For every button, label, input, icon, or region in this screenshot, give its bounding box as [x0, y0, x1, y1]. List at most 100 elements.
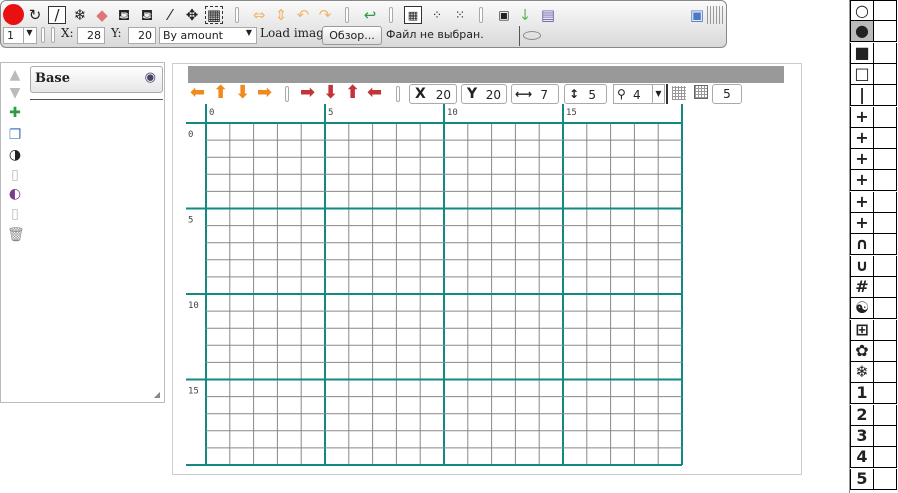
- rotate-icon[interactable]: ↻: [26, 6, 44, 24]
- palette-symbol[interactable]: +: [850, 127, 874, 149]
- browse-button[interactable]: Обзор...: [322, 26, 382, 45]
- palette-color-slot[interactable]: [873, 85, 897, 107]
- x-input[interactable]: 28: [77, 27, 105, 44]
- layer-item-base[interactable]: Base ◉: [30, 66, 163, 93]
- eye-icon[interactable]: ◉: [145, 70, 156, 85]
- y-input[interactable]: 20: [128, 27, 156, 44]
- palette-color-slot[interactable]: [873, 340, 897, 362]
- resize-grip-icon[interactable]: [707, 6, 723, 24]
- combine-layers-icon[interactable]: ◐: [7, 186, 23, 202]
- fine-grid-icon[interactable]: [672, 86, 686, 100]
- palette-symbol[interactable]: 1: [850, 383, 874, 405]
- export-icon[interactable]: ▣: [495, 6, 513, 24]
- palette-symbol[interactable]: +: [850, 106, 874, 128]
- brush-icon[interactable]: /: [48, 6, 66, 24]
- grid-icon[interactable]: [694, 85, 708, 99]
- palette-symbol[interactable]: 4: [850, 447, 874, 469]
- preview-ellipse-icon[interactable]: [523, 31, 541, 40]
- palette-color-slot[interactable]: [873, 21, 897, 43]
- record-icon[interactable]: [3, 4, 24, 25]
- palette-symbol[interactable]: 3: [850, 426, 874, 447]
- move-icon[interactable]: ✥: [183, 6, 201, 24]
- trash-icon[interactable]: 🗑: [7, 227, 25, 243]
- palette-symbol[interactable]: +: [850, 149, 874, 171]
- shift-left-icon[interactable]: ⬅: [190, 84, 205, 102]
- palette-color-slot[interactable]: [873, 191, 897, 213]
- palette-symbol[interactable]: ❄: [850, 362, 874, 384]
- palette-color-slot[interactable]: [873, 149, 897, 171]
- palette-color-slot[interactable]: [873, 213, 897, 234]
- duplicate-layer-icon[interactable]: ❐: [7, 127, 23, 143]
- palette-symbol[interactable]: ☯: [850, 298, 874, 320]
- palette-grid-icon[interactable]: ▦: [404, 6, 422, 24]
- size-select[interactable]: 1 ▼: [3, 27, 37, 44]
- shift-down-icon[interactable]: ⬇: [235, 84, 250, 102]
- palette-color-slot[interactable]: [873, 234, 897, 256]
- rotate-left-icon[interactable]: ↶: [294, 6, 312, 24]
- palette-color-slot[interactable]: [873, 63, 897, 85]
- save-icon[interactable]: ▤: [539, 6, 557, 24]
- arrange-icon[interactable]: ⁘: [428, 6, 446, 24]
- palette-color-slot[interactable]: [873, 468, 897, 490]
- sort-icon[interactable]: ⁙: [451, 6, 469, 24]
- move-layer-up-icon[interactable]: ▲: [7, 67, 23, 83]
- palette-symbol[interactable]: ⊞: [850, 319, 874, 341]
- mode-select[interactable]: By amount ▼: [159, 27, 257, 44]
- palette-symbol[interactable]: |: [850, 85, 874, 107]
- expand-down-icon[interactable]: ⬇: [323, 84, 338, 102]
- snowflake-icon[interactable]: ❄: [71, 6, 89, 24]
- expand-left-icon[interactable]: ⬅: [367, 84, 382, 102]
- merge-layers-icon[interactable]: ◑: [7, 147, 23, 163]
- move-layer-down-icon[interactable]: ▼: [7, 85, 23, 101]
- palette-color-slot[interactable]: [873, 383, 897, 405]
- palette-color-slot[interactable]: [873, 0, 897, 21]
- eyedropper-icon[interactable]: ⁄: [161, 6, 179, 24]
- palette-symbol[interactable]: +: [850, 213, 874, 234]
- download-icon[interactable]: ↓: [516, 6, 534, 24]
- palette-symbol[interactable]: ○: [850, 0, 874, 21]
- palette-symbol[interactable]: □: [850, 63, 874, 85]
- shift-right-icon[interactable]: ➡: [257, 84, 272, 102]
- pattern-grid[interactable]: 0 5 10 15 0 5 10 15: [186, 104, 686, 466]
- palette-symbol[interactable]: ∩: [850, 234, 874, 256]
- select-icon[interactable]: ▦: [205, 6, 223, 24]
- palette-color-slot[interactable]: [873, 447, 897, 469]
- palette-symbol[interactable]: ✿: [850, 340, 874, 362]
- add-layer-icon[interactable]: ✚: [7, 105, 23, 121]
- eraser-icon[interactable]: ◆: [93, 6, 111, 24]
- resize-grip-icon[interactable]: ◢: [154, 390, 160, 399]
- width-field[interactable]: ⟷ 7: [511, 84, 559, 104]
- rotate-right-icon[interactable]: ↷: [316, 6, 334, 24]
- palette-color-slot[interactable]: [873, 426, 897, 447]
- palette-symbol[interactable]: #: [850, 276, 874, 298]
- palette-symbol[interactable]: 5: [850, 468, 874, 490]
- palette-color-slot[interactable]: [873, 106, 897, 128]
- expand-right-icon[interactable]: ➡: [300, 84, 315, 102]
- save-blue-icon[interactable]: ▣: [688, 6, 706, 24]
- palette-color-slot[interactable]: [873, 298, 897, 320]
- undo-icon[interactable]: ↩: [361, 6, 379, 24]
- palette-symbol[interactable]: ■: [850, 42, 874, 64]
- shift-up-icon[interactable]: ⬆: [213, 84, 228, 102]
- fill-replace-icon[interactable]: ⛾: [138, 6, 156, 24]
- palette-color-slot[interactable]: [873, 170, 897, 192]
- palette-color-slot[interactable]: [873, 319, 897, 341]
- palette-color-slot[interactable]: [873, 42, 897, 64]
- expand-up-icon[interactable]: ⬆: [345, 84, 360, 102]
- palette-color-slot[interactable]: [873, 255, 897, 277]
- palette-symbol[interactable]: ●: [850, 21, 874, 43]
- grid-size-field[interactable]: 5: [712, 84, 742, 104]
- canvas-y-field[interactable]: Y 20: [461, 84, 507, 104]
- palette-color-slot[interactable]: [873, 404, 897, 426]
- palette-symbol[interactable]: 2: [850, 404, 874, 426]
- zoom-select[interactable]: ⚲ 4 ▼: [613, 84, 665, 104]
- palette-color-slot[interactable]: [873, 127, 897, 149]
- palette-symbol[interactable]: ∪: [850, 255, 874, 277]
- fill-bucket-icon[interactable]: ⛾: [115, 6, 133, 24]
- canvas-x-field[interactable]: X 20: [409, 84, 457, 104]
- palette-symbol[interactable]: +: [850, 191, 874, 213]
- height-field[interactable]: ↕ 5: [564, 84, 607, 104]
- palette-color-slot[interactable]: [873, 362, 897, 384]
- palette-color-slot[interactable]: [873, 276, 897, 298]
- flip-vertical-icon[interactable]: ⇕: [272, 6, 290, 24]
